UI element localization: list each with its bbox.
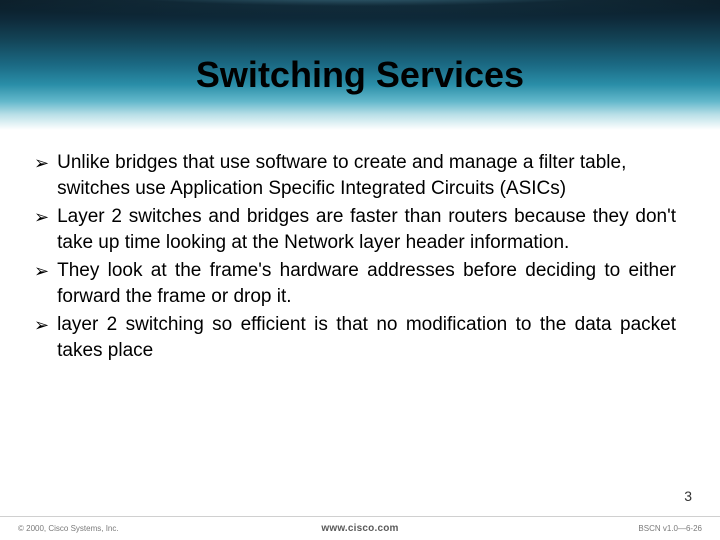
footer-copyright: © 2000, Cisco Systems, Inc. [18,524,119,533]
bullet-text: Unlike bridges that use software to crea… [57,150,676,202]
bullet-marker-icon: ➢ [34,312,49,338]
footer-url: www.cisco.com [321,523,398,534]
slide-footer: © 2000, Cisco Systems, Inc. www.cisco.co… [0,516,720,540]
slide-content: ➢ Unlike bridges that use software to cr… [54,150,676,366]
page-number: 3 [684,488,692,504]
bullet-item: ➢ Unlike bridges that use software to cr… [54,150,676,202]
bullet-text: They look at the frame's hardware addres… [57,258,676,310]
bullet-text: layer 2 switching so efficient is that n… [57,312,676,364]
bullet-text: Layer 2 switches and bridges are faster … [57,204,676,256]
bullet-item: ➢ Layer 2 switches and bridges are faste… [54,204,676,256]
bullet-marker-icon: ➢ [34,258,49,284]
footer-code: BSCN v1.0—6-26 [638,524,702,533]
bullet-marker-icon: ➢ [34,204,49,230]
bullet-item: ➢ layer 2 switching so efficient is that… [54,312,676,364]
bullet-item: ➢ They look at the frame's hardware addr… [54,258,676,310]
slide-title: Switching Services [0,54,720,96]
bullet-marker-icon: ➢ [34,150,49,176]
